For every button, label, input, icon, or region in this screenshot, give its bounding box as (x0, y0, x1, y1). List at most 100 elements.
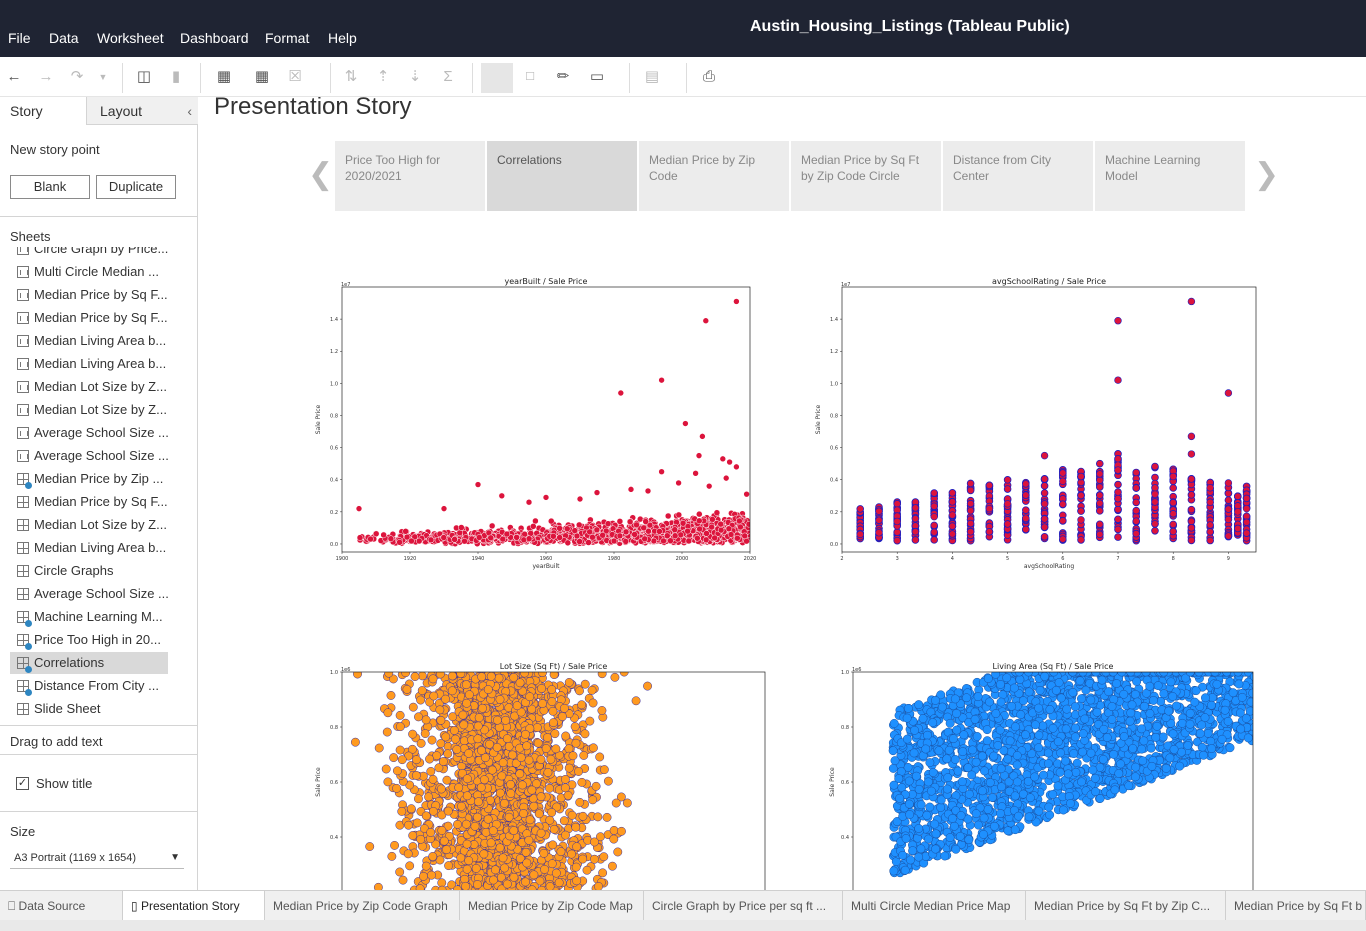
back-icon[interactable]: ← (3, 66, 25, 88)
data-point (644, 487, 652, 495)
tab-story[interactable]: Story (0, 97, 87, 125)
menu-worksheet[interactable]: Worksheet (97, 30, 164, 46)
data-point (717, 520, 724, 528)
y-tick-label: 1.0 (330, 381, 338, 387)
data-point (408, 729, 418, 739)
new-dashboard-icon[interactable]: ▦ (251, 66, 273, 88)
sheet-item[interactable]: Average School Size ... (10, 445, 169, 467)
data-point (499, 798, 509, 808)
sheet-item[interactable]: Median Lot Size by Z... (10, 376, 168, 398)
sheet-item[interactable]: Median Living Area b... (10, 353, 168, 375)
story-point[interactable]: Correlations (487, 141, 637, 211)
sheet-item[interactable]: Price Too High in 20... (10, 629, 168, 651)
forward-icon[interactable]: → (35, 66, 57, 88)
sheet-item[interactable]: Median Price by Sq F... (10, 307, 168, 329)
story-point[interactable]: Distance from City Center (943, 141, 1093, 211)
story-point[interactable]: Machine Learning Model (1095, 141, 1245, 211)
sheet-item[interactable]: Median Living Area b... (10, 537, 168, 559)
data-point (609, 825, 619, 835)
data-point (595, 752, 605, 762)
data-point (559, 703, 569, 713)
y-axis-label: Sale Price (315, 767, 322, 797)
sheet-item[interactable]: Multi Circle Median ... (10, 261, 168, 283)
sheet-item[interactable]: Median Living Area b... (10, 330, 168, 352)
menu-dashboard[interactable]: Dashboard (180, 30, 249, 46)
sheet-item[interactable]: Median Lot Size by Z... (10, 399, 168, 421)
collapse-icon[interactable]: ‹ (187, 97, 192, 125)
data-point (1114, 505, 1122, 514)
data-point (594, 882, 603, 890)
sheet-name: Average School Size ... (34, 425, 169, 440)
menu-data[interactable]: Data (49, 30, 79, 46)
sheet-item[interactable]: Machine Learning M... (10, 606, 168, 628)
data-point (1151, 520, 1159, 528)
data-point (561, 830, 570, 840)
menu-file[interactable]: File (8, 30, 31, 46)
data-point (685, 537, 693, 545)
story-point[interactable]: Median Price by Zip Code (639, 141, 789, 211)
data-point (1003, 476, 1012, 484)
data-point (1169, 527, 1178, 536)
tab-layout[interactable]: Layout (87, 97, 198, 125)
menu-format[interactable]: Format (265, 30, 309, 46)
label-icon[interactable]: ☐ (519, 66, 541, 88)
story-used-icon (25, 689, 32, 696)
worksheet-icon (17, 358, 29, 370)
pause-icon[interactable]: ▮ (165, 66, 187, 88)
data-point (416, 695, 426, 705)
sheet-item[interactable]: Circle Graphs (10, 560, 168, 582)
redo-icon[interactable]: ↷ (66, 66, 88, 88)
sheet-item[interactable]: Slide Sheet (10, 698, 168, 717)
story-point[interactable]: Median Price by Sq Ft by Zip Code Circle (791, 141, 941, 211)
sheet-item[interactable]: Average School Size ... (10, 583, 169, 605)
data-point (365, 842, 375, 851)
new-data-source-icon[interactable]: ◫ (133, 66, 155, 88)
data-point (561, 731, 571, 741)
annotate-icon[interactable]: ✏ (552, 66, 574, 88)
chevron-right-icon[interactable]: ❯ (1254, 157, 1279, 192)
sheet-item[interactable]: Circle Graph by Price... (10, 247, 168, 260)
sheet-item[interactable]: Median Price by Zip ... (10, 468, 168, 490)
clear-sheet-icon[interactable]: ☒ (284, 66, 306, 88)
data-point (1206, 536, 1214, 545)
swap-icon[interactable]: ⇅ (340, 66, 362, 88)
present-icon[interactable]: ⎙ (698, 66, 720, 88)
data-point (578, 811, 588, 821)
y-tick-label: 0.2 (830, 510, 838, 516)
data-point (350, 737, 360, 747)
sheet-item[interactable]: Distance From City ... (10, 675, 168, 697)
chevron-left-icon[interactable]: ❮ (308, 157, 333, 192)
data-point (627, 486, 635, 493)
worksheet-icon (17, 335, 29, 347)
data-point (462, 839, 472, 849)
show-me-icon[interactable]: ▤ (641, 66, 663, 88)
drag-to-add-text[interactable]: Drag to add text (10, 734, 103, 749)
chevron-down-icon[interactable]: ▼ (92, 66, 114, 88)
show-title-checkbox[interactable]: ✓ (16, 777, 29, 790)
sheet-name: Median Price by Zip ... (34, 471, 164, 486)
totals-icon[interactable]: Σ (437, 66, 459, 88)
sheet-item[interactable]: Median Price by Sq F... (10, 284, 168, 306)
fit-icon[interactable]: ▭ (586, 66, 608, 88)
size-select[interactable]: A3 Portrait (1169 x 1654) ▼ (10, 847, 184, 869)
sort-descending-icon[interactable]: ⇣ (404, 66, 426, 88)
dashboard-icon (17, 703, 29, 715)
menu-help[interactable]: Help (328, 30, 357, 46)
sheet-name: Distance From City ... (34, 678, 159, 693)
data-point (1242, 529, 1251, 537)
data-point (536, 792, 546, 802)
worksheet-icon (17, 427, 29, 439)
new-worksheet-icon[interactable]: ▦ (213, 66, 235, 88)
data-point (575, 797, 585, 807)
data-point (948, 498, 957, 506)
sheet-item[interactable]: Correlations (10, 652, 168, 674)
sort-ascending-icon[interactable]: ⇡ (372, 66, 394, 88)
data-point (571, 862, 581, 872)
blank-button[interactable]: Blank (10, 175, 90, 199)
duplicate-button[interactable]: Duplicate (96, 175, 176, 199)
sheet-item[interactable]: Median Lot Size by Z... (10, 514, 168, 536)
data-point (613, 847, 623, 857)
story-point[interactable]: Price Too High for 2020/2021 (335, 141, 485, 211)
sheet-item[interactable]: Average School Size ... (10, 422, 169, 444)
sheet-item[interactable]: Median Price by Sq F... (10, 491, 168, 513)
